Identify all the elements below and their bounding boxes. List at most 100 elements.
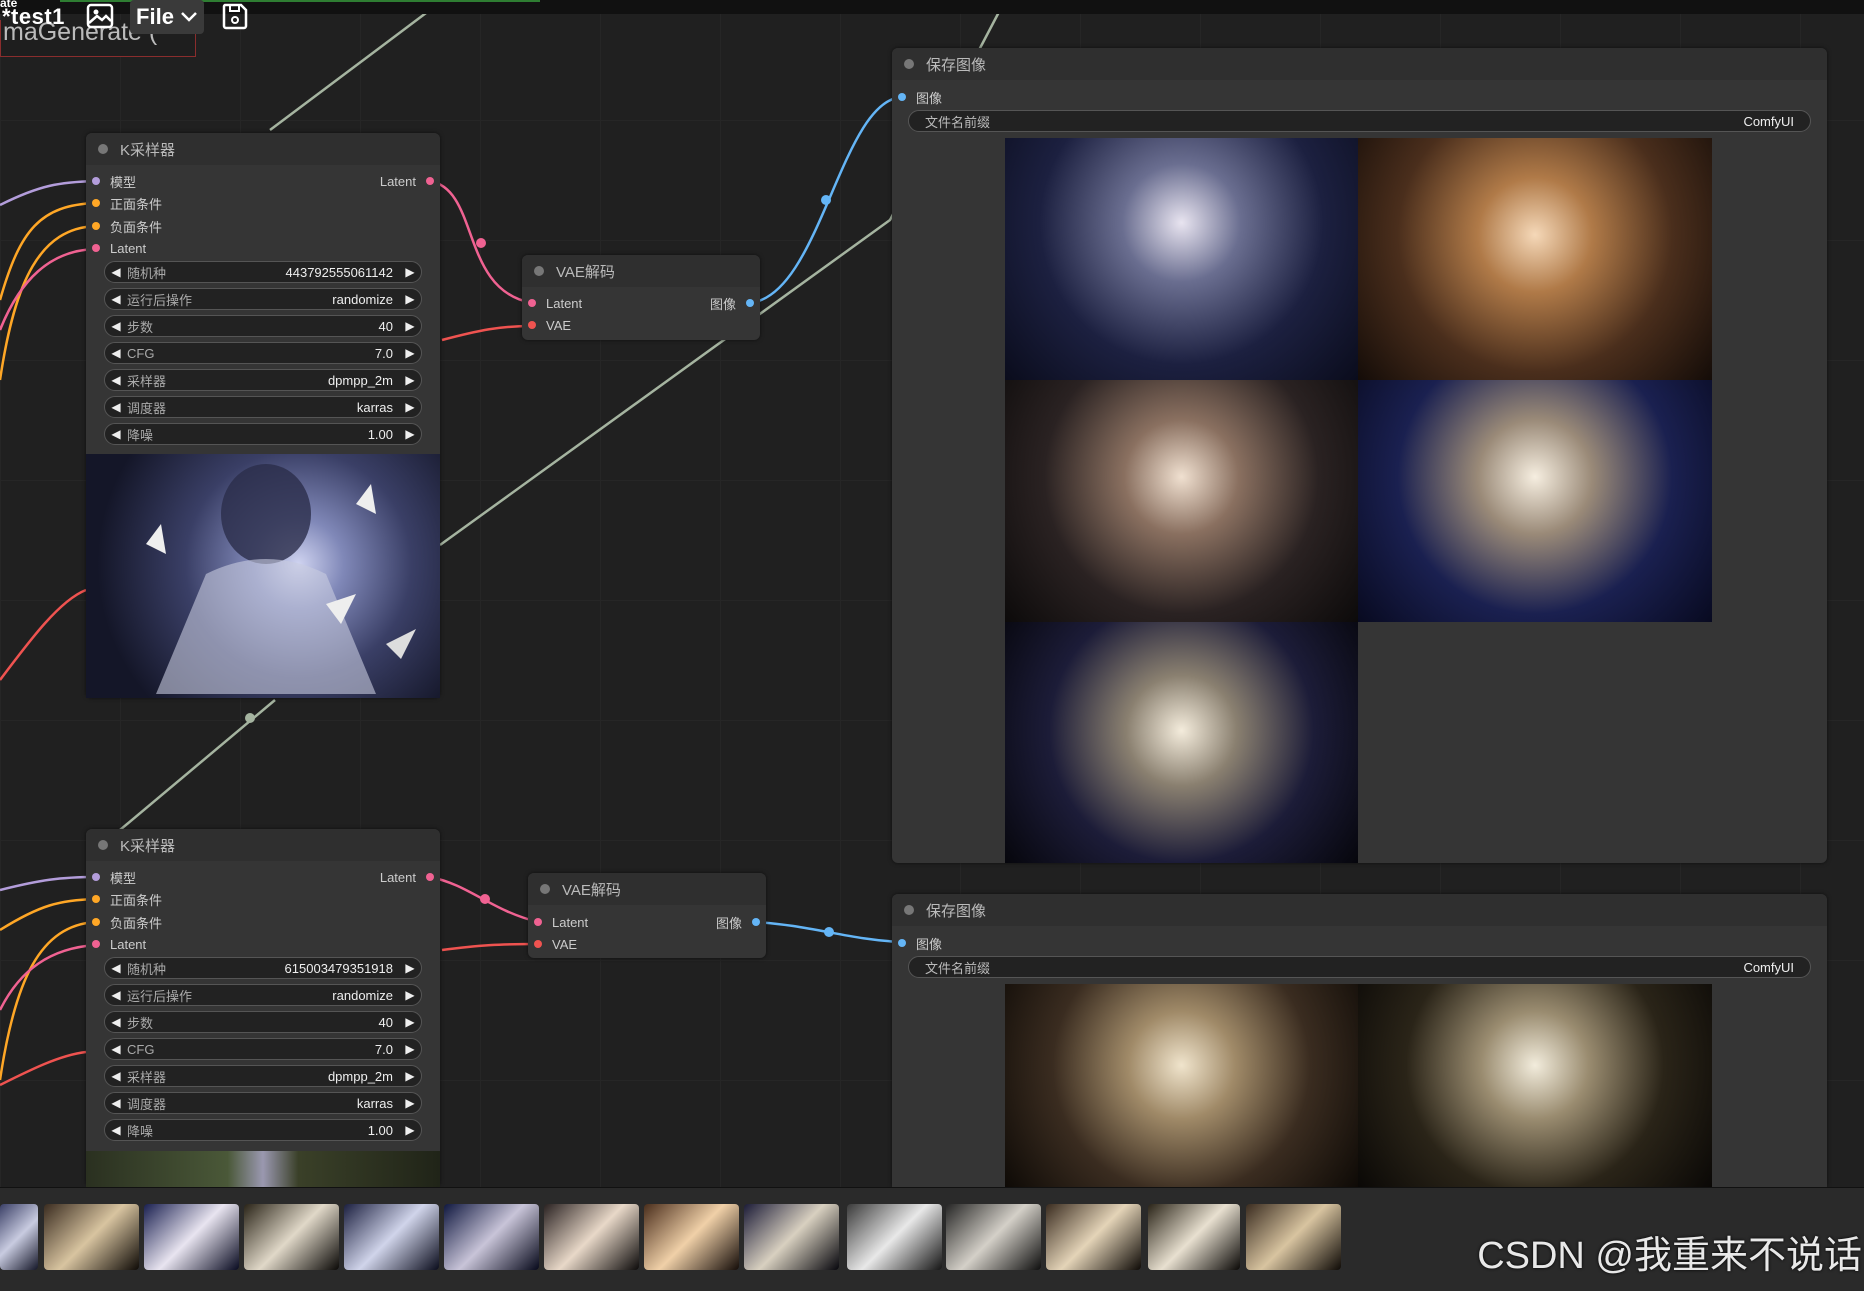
slot-dot[interactable] (534, 940, 542, 948)
increment-arrow-icon[interactable]: ▶ (399, 373, 421, 387)
decrement-arrow-icon[interactable]: ◀ (105, 373, 127, 387)
vae-decode-node[interactable]: VAE解码 Latent VAE 图像 (528, 873, 766, 958)
input-slot-negative[interactable]: 负面条件 (92, 217, 162, 235)
output-image[interactable] (1005, 138, 1358, 380)
node-title-bar[interactable]: VAE解码 (528, 873, 766, 905)
filename-prefix-field[interactable]: 文件名前缀 ComfyUI (908, 956, 1811, 978)
history-thumbnail-strip[interactable]: CSDN @我重来不说话 (0, 1187, 1864, 1291)
input-slot-positive[interactable]: 正面条件 (92, 890, 162, 908)
history-thumbnail[interactable] (344, 1204, 439, 1270)
output-image[interactable] (1005, 622, 1358, 863)
file-menu-button[interactable]: File (130, 0, 204, 34)
slot-dot[interactable] (898, 939, 906, 947)
increment-arrow-icon[interactable]: ▶ (399, 1015, 421, 1029)
slot-dot[interactable] (528, 321, 536, 329)
input-slot-image[interactable]: 图像 (898, 88, 942, 106)
decrement-arrow-icon[interactable]: ◀ (105, 1015, 127, 1029)
seed-widget[interactable]: ◀ 随机种 615003479351918 ▶ (104, 957, 422, 979)
ksampler-node[interactable]: K采样器 模型 正面条件 负面条件 Latent Latent ◀ 随机种 4437… (86, 133, 440, 698)
steps-widget[interactable]: ◀ 步数 40 ▶ (104, 315, 422, 337)
history-thumbnail[interactable] (1046, 1204, 1141, 1270)
input-slot-latent[interactable]: Latent (534, 913, 588, 931)
increment-arrow-icon[interactable]: ▶ (399, 988, 421, 1002)
increment-arrow-icon[interactable]: ▶ (399, 1042, 421, 1056)
decrement-arrow-icon[interactable]: ◀ (105, 346, 127, 360)
input-slot-negative[interactable]: 负面条件 (92, 913, 162, 931)
input-slot-model[interactable]: 模型 (92, 172, 136, 190)
save-workflow-button[interactable] (218, 0, 252, 32)
output-slot-image[interactable]: 图像 (710, 294, 754, 312)
collapse-dot[interactable] (534, 266, 544, 276)
ksampler-node[interactable]: K采样器 模型 正面条件 负面条件 Latent Latent ◀ 随机种 6150… (86, 829, 440, 1187)
save-image-node[interactable]: 保存图像 图像 文件名前缀 ComfyUI (892, 894, 1827, 1187)
seed-widget[interactable]: ◀ 随机种 443792555061142 ▶ (104, 261, 422, 283)
save-image-node[interactable]: 保存图像 图像 文件名前缀 ComfyUI (892, 48, 1827, 863)
input-slot-model[interactable]: 模型 (92, 868, 136, 886)
increment-arrow-icon[interactable]: ▶ (399, 427, 421, 441)
slot-dot[interactable] (92, 940, 100, 948)
decrement-arrow-icon[interactable]: ◀ (105, 961, 127, 975)
slot-dot[interactable] (92, 222, 100, 230)
node-title-bar[interactable]: VAE解码 (522, 255, 760, 287)
node-title-bar[interactable]: K采样器 (86, 133, 440, 165)
history-thumbnail[interactable] (44, 1204, 139, 1270)
slot-dot[interactable] (92, 244, 100, 252)
decrement-arrow-icon[interactable]: ◀ (105, 292, 127, 306)
increment-arrow-icon[interactable]: ▶ (399, 265, 421, 279)
history-thumbnail[interactable] (644, 1204, 739, 1270)
decrement-arrow-icon[interactable]: ◀ (105, 319, 127, 333)
increment-arrow-icon[interactable]: ▶ (399, 1096, 421, 1110)
steps-widget[interactable]: ◀ 步数 40 ▶ (104, 1011, 422, 1033)
input-slot-vae[interactable]: VAE (528, 316, 571, 334)
scheduler-widget[interactable]: ◀ 调度器 karras ▶ (104, 1092, 422, 1114)
sampler-widget[interactable]: ◀ 采样器 dpmpp_2m ▶ (104, 1065, 422, 1087)
output-slot-image[interactable]: 图像 (716, 913, 760, 931)
history-thumbnail[interactable] (1246, 1204, 1341, 1270)
output-image[interactable] (1005, 380, 1358, 622)
output-image[interactable] (1358, 380, 1712, 622)
input-slot-latent[interactable]: Latent (528, 294, 582, 312)
history-thumbnail[interactable] (0, 1204, 38, 1270)
slot-dot[interactable] (92, 918, 100, 926)
slot-dot[interactable] (426, 873, 434, 881)
increment-arrow-icon[interactable]: ▶ (399, 1123, 421, 1137)
control-after-generate-widget[interactable]: ◀ 运行后操作 randomize ▶ (104, 288, 422, 310)
scheduler-widget[interactable]: ◀ 调度器 karras ▶ (104, 396, 422, 418)
history-thumbnail[interactable] (544, 1204, 639, 1270)
slot-dot[interactable] (534, 918, 542, 926)
cfg-widget[interactable]: ◀ CFG 7.0 ▶ (104, 1038, 422, 1060)
increment-arrow-icon[interactable]: ▶ (399, 1069, 421, 1083)
slot-dot[interactable] (92, 199, 100, 207)
workflow-name[interactable]: *test1 (2, 4, 65, 30)
increment-arrow-icon[interactable]: ▶ (399, 961, 421, 975)
decrement-arrow-icon[interactable]: ◀ (105, 1069, 127, 1083)
input-slot-image[interactable]: 图像 (898, 934, 942, 952)
slot-dot[interactable] (898, 93, 906, 101)
denoise-widget[interactable]: ◀ 降噪 1.00 ▶ (104, 423, 422, 445)
increment-arrow-icon[interactable]: ▶ (399, 292, 421, 306)
decrement-arrow-icon[interactable]: ◀ (105, 400, 127, 414)
slot-dot[interactable] (528, 299, 536, 307)
slot-dot[interactable] (752, 918, 760, 926)
decrement-arrow-icon[interactable]: ◀ (105, 265, 127, 279)
node-title-bar[interactable]: K采样器 (86, 829, 440, 861)
input-slot-latent[interactable]: Latent (92, 239, 146, 257)
slot-dot[interactable] (426, 177, 434, 185)
output-image[interactable] (1005, 984, 1358, 1187)
history-thumbnail[interactable] (244, 1204, 339, 1270)
output-slot-latent[interactable]: Latent (380, 172, 434, 190)
decrement-arrow-icon[interactable]: ◀ (105, 1042, 127, 1056)
history-thumbnail[interactable] (946, 1204, 1041, 1270)
control-after-generate-widget[interactable]: ◀ 运行后操作 randomize ▶ (104, 984, 422, 1006)
slot-dot[interactable] (92, 873, 100, 881)
increment-arrow-icon[interactable]: ▶ (399, 319, 421, 333)
collapse-dot[interactable] (98, 144, 108, 154)
output-image[interactable] (1358, 984, 1712, 1187)
slot-dot[interactable] (746, 299, 754, 307)
output-image[interactable] (1358, 138, 1712, 380)
history-thumbnail[interactable] (1148, 1204, 1240, 1270)
decrement-arrow-icon[interactable]: ◀ (105, 1096, 127, 1110)
decrement-arrow-icon[interactable]: ◀ (105, 427, 127, 441)
history-thumbnail[interactable] (847, 1204, 942, 1270)
history-thumbnail[interactable] (444, 1204, 539, 1270)
